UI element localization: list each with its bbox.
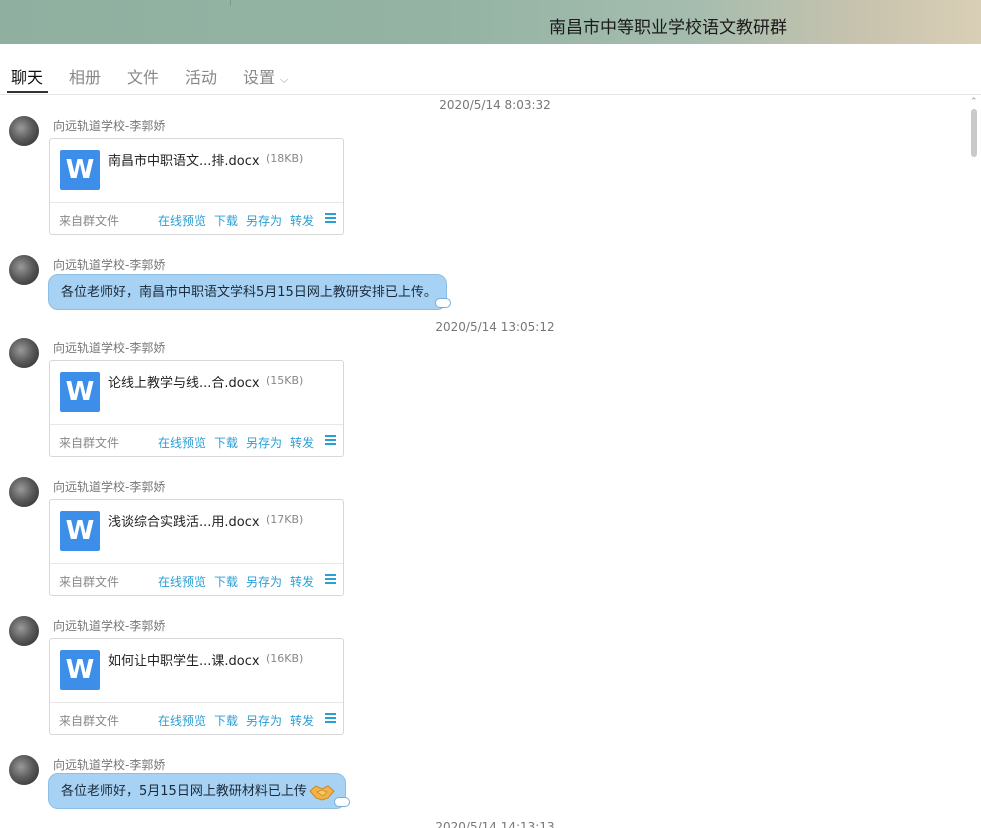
avatar[interactable]	[9, 116, 39, 146]
file-size: (15KB)	[266, 374, 304, 387]
download-link[interactable]: 下载	[214, 573, 238, 590]
sender-name: 向远轨道学校-李郭娇	[53, 758, 166, 772]
word-file-icon: W	[60, 511, 100, 551]
word-file-icon: W	[60, 372, 100, 412]
chevron-down-icon: ⌵	[280, 73, 289, 86]
preview-online-link[interactable]: 在线预览	[158, 573, 206, 590]
file-name[interactable]: 如何让中职学生...课.docx	[108, 650, 260, 669]
file-size: (17KB)	[266, 513, 304, 526]
tab-bar: 聊天 相册 文件 活动 设置 ⌵	[0, 44, 981, 95]
chat-area: 2020/5/14 8:03:32 向远轨道学校-李郭娇 W 南昌市中职语文..…	[0, 95, 966, 828]
file-source-label: 来自群文件	[59, 714, 120, 728]
timestamp: 2020/5/14 14:13:13	[435, 820, 555, 828]
chat-scrollbar[interactable]: ⌃	[966, 95, 981, 828]
title-bar: 南昌市中等职业学校语文教研群	[0, 0, 981, 44]
file-source-label: 来自群文件	[59, 436, 120, 450]
file-source-label: 来自群文件	[59, 575, 120, 589]
card-divider	[50, 563, 343, 564]
active-tab-indicator	[7, 91, 48, 93]
tab-settings-label: 设置	[243, 68, 276, 87]
tab-activities[interactable]: 活动	[185, 64, 217, 88]
handshake-emoji-icon	[309, 784, 335, 801]
more-menu-icon[interactable]	[325, 213, 336, 224]
tab-settings[interactable]: 设置 ⌵	[243, 64, 288, 88]
avatar[interactable]	[9, 755, 39, 785]
sender-name: 向远轨道学校-李郭娇	[53, 480, 166, 494]
message-text: 各位老师好，南昌市中职语文学科5月15日网上教研安排已上传。	[61, 285, 437, 300]
download-link[interactable]: 下载	[214, 434, 238, 451]
forward-link[interactable]: 转发	[290, 712, 314, 729]
scrollbar-thumb[interactable]	[971, 109, 977, 157]
tab-files[interactable]: 文件	[127, 64, 159, 88]
window-title: 南昌市中等职业学校语文教研群	[549, 18, 787, 38]
file-name[interactable]: 南昌市中职语文...排.docx	[108, 150, 260, 169]
preview-online-link[interactable]: 在线预览	[158, 212, 206, 229]
save-as-link[interactable]: 另存为	[246, 573, 282, 590]
preview-online-link[interactable]: 在线预览	[158, 712, 206, 729]
message-bubble[interactable]: 各位老师好，5月15日网上教研材料已上传	[48, 773, 346, 809]
avatar[interactable]	[9, 338, 39, 368]
file-size: (16KB)	[266, 652, 304, 665]
file-card[interactable]: W 浅谈综合实践活...用.docx (17KB) 来自群文件 在线预览 下载 …	[49, 499, 344, 596]
card-divider	[50, 424, 343, 425]
save-as-link[interactable]: 另存为	[246, 212, 282, 229]
forward-link[interactable]: 转发	[290, 212, 314, 229]
bubble-cloud-icon	[433, 294, 451, 308]
download-link[interactable]: 下载	[214, 712, 238, 729]
card-divider	[50, 702, 343, 703]
file-name[interactable]: 浅谈综合实践活...用.docx	[108, 511, 260, 530]
scroll-up-icon[interactable]: ⌃	[970, 97, 978, 107]
sender-name: 向远轨道学校-李郭娇	[53, 341, 166, 355]
avatar[interactable]	[9, 477, 39, 507]
download-link[interactable]: 下载	[214, 212, 238, 229]
message-bubble[interactable]: 各位老师好，南昌市中职语文学科5月15日网上教研安排已上传。	[48, 274, 447, 310]
more-menu-icon[interactable]	[325, 435, 336, 446]
avatar[interactable]	[9, 616, 39, 646]
more-menu-icon[interactable]	[325, 574, 336, 585]
sender-name: 向远轨道学校-李郭娇	[53, 258, 166, 272]
card-divider	[50, 202, 343, 203]
file-name[interactable]: 论线上教学与线...合.docx	[108, 372, 260, 391]
tab-album[interactable]: 相册	[69, 64, 101, 88]
sender-name: 向远轨道学校-李郭娇	[53, 119, 166, 133]
timestamp: 2020/5/14 8:03:32	[439, 98, 551, 112]
timestamp: 2020/5/14 13:05:12	[435, 320, 555, 334]
forward-link[interactable]: 转发	[290, 434, 314, 451]
more-menu-icon[interactable]	[325, 713, 336, 724]
save-as-link[interactable]: 另存为	[246, 434, 282, 451]
preview-online-link[interactable]: 在线预览	[158, 434, 206, 451]
word-file-icon: W	[60, 650, 100, 690]
titlebar-divider	[230, 0, 231, 6]
file-card[interactable]: W 南昌市中职语文...排.docx (18KB) 来自群文件 在线预览 下载 …	[49, 138, 344, 235]
bubble-cloud-icon	[332, 793, 350, 807]
word-file-icon: W	[60, 150, 100, 190]
sender-name: 向远轨道学校-李郭娇	[53, 619, 166, 633]
file-source-label: 来自群文件	[59, 214, 120, 228]
file-card[interactable]: W 如何让中职学生...课.docx (16KB) 来自群文件 在线预览 下载 …	[49, 638, 344, 735]
file-size: (18KB)	[266, 152, 304, 165]
file-card[interactable]: W 论线上教学与线...合.docx (15KB) 来自群文件 在线预览 下载 …	[49, 360, 344, 457]
message-text: 各位老师好，5月15日网上教研材料已上传	[61, 784, 307, 799]
forward-link[interactable]: 转发	[290, 573, 314, 590]
avatar[interactable]	[9, 255, 39, 285]
save-as-link[interactable]: 另存为	[246, 712, 282, 729]
tab-chat[interactable]: 聊天	[11, 64, 43, 88]
